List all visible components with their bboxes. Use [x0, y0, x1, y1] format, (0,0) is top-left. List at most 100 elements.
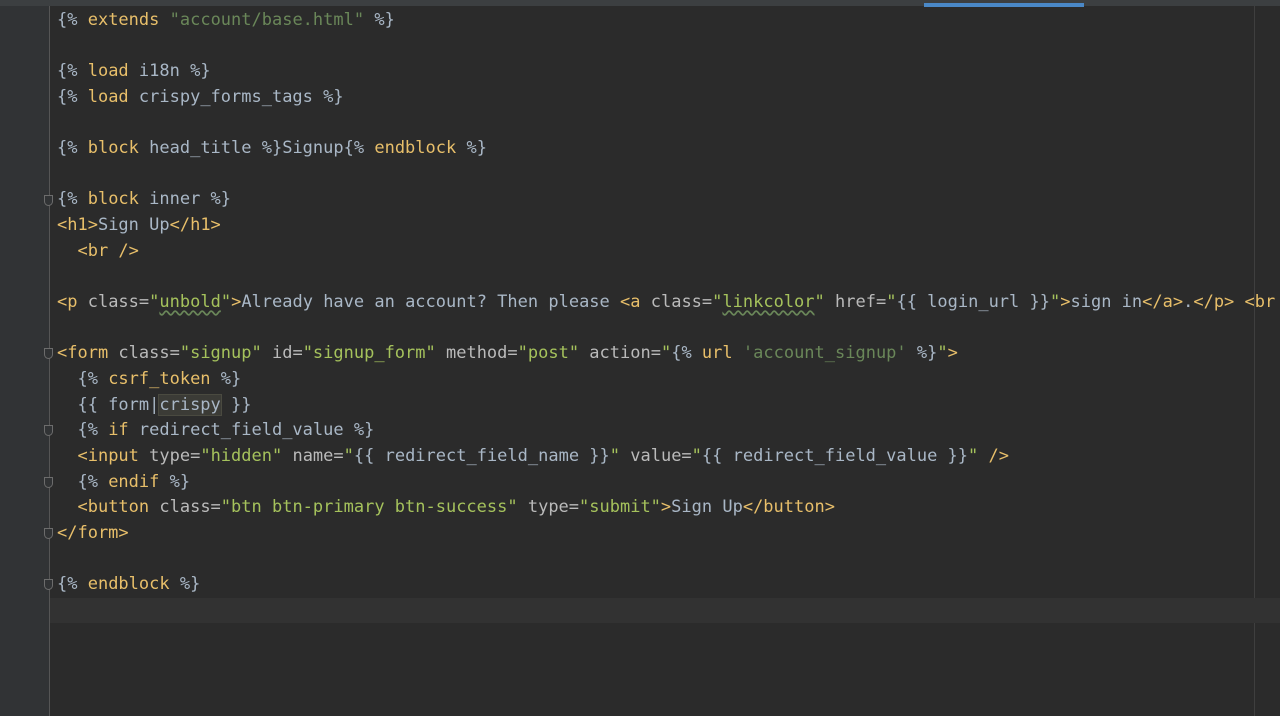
code-token: value=	[620, 445, 692, 466]
code-line[interactable]: {% extends "account/base.html" %}	[57, 8, 1280, 34]
code-line[interactable]	[57, 264, 1280, 290]
line-gutter[interactable]	[0, 6, 50, 716]
code-line[interactable]	[57, 34, 1280, 60]
code-token: id=	[261, 343, 303, 364]
code-token: block	[87, 189, 139, 210]
code-token: "	[937, 343, 948, 364]
code-token: <br />	[1244, 292, 1276, 313]
code-token: </h1>	[169, 215, 221, 236]
code-token: .	[1183, 292, 1194, 313]
code-token: <form	[57, 343, 119, 364]
code-token: {%	[57, 420, 109, 441]
code-line[interactable]: {% if redirect_field_value %}	[57, 418, 1280, 444]
code-token: {%	[343, 138, 375, 159]
code-line[interactable]: </form>	[57, 521, 1280, 547]
code-line[interactable]: <h1>Sign Up</h1>	[57, 213, 1280, 239]
code-token: {%	[57, 138, 88, 159]
fold-marker-icon[interactable]	[44, 579, 53, 591]
fold-marker-icon[interactable]	[44, 425, 53, 437]
code-token: %}	[906, 343, 938, 364]
code-token: <button	[77, 497, 160, 518]
code-token: method=	[435, 343, 518, 364]
code-token: endblock	[374, 138, 457, 159]
code-token: %}	[456, 138, 487, 159]
code-line[interactable]: {% endif %}	[57, 470, 1280, 496]
code-token: Signup	[282, 138, 344, 159]
code-token: />	[978, 445, 1009, 466]
code-token: extends	[87, 10, 160, 30]
code-line[interactable]: <br />	[57, 239, 1280, 265]
code-token: name=	[282, 445, 344, 466]
fold-marker-icon[interactable]	[44, 476, 53, 488]
code-token: Already have an account? Then please	[241, 292, 621, 313]
code-token: load	[87, 61, 129, 82]
code-token: "	[968, 445, 979, 466]
fold-marker-icon[interactable]	[44, 194, 53, 206]
code-line[interactable]: {% csrf_token %}	[57, 367, 1280, 393]
code-line[interactable]: {% load i18n %}	[57, 59, 1280, 85]
code-token: "	[1049, 292, 1061, 313]
active-tab-indicator	[924, 3, 1084, 7]
code-token: "btn btn-primary btn-success"	[220, 497, 518, 518]
code-token: </form>	[57, 522, 129, 543]
code-token: "	[660, 343, 672, 364]
code-line[interactable]	[57, 598, 1280, 624]
code-token: "signup"	[179, 343, 262, 364]
code-token: {%	[57, 574, 88, 595]
code-token: {{ login_url }}	[896, 292, 1050, 313]
code-token: sign in	[1070, 292, 1143, 313]
code-line[interactable]: <button class="btn btn-primary btn-succe…	[57, 495, 1280, 521]
code-token: >	[660, 497, 672, 518]
code-token: "	[886, 292, 897, 313]
code-line[interactable]: {% endblock %}	[57, 572, 1280, 598]
code-token: %}	[364, 10, 395, 30]
code-token: %}	[159, 471, 191, 492]
code-token: class=	[118, 343, 180, 364]
code-token: "	[691, 445, 702, 466]
code-line[interactable]: <form class="signup" id="signup_form" me…	[57, 341, 1280, 367]
code-token: i18n %}	[128, 61, 211, 82]
code-token: %}	[210, 368, 242, 389]
fold-marker-icon[interactable]	[44, 528, 53, 539]
code-token: </button>	[742, 497, 835, 518]
code-token: %}	[169, 574, 201, 595]
code-token: endif	[108, 471, 160, 492]
code-line[interactable]	[57, 111, 1280, 137]
code-line[interactable]	[57, 162, 1280, 188]
code-token: unbold	[159, 292, 221, 313]
code-line[interactable]: <input type="hidden" name="{{ redirect_f…	[57, 444, 1280, 470]
code-line[interactable]: {% block inner %}	[57, 187, 1280, 213]
fold-marker-icon[interactable]	[44, 348, 53, 360]
code-line[interactable]: {% load crispy_forms_tags %}	[57, 85, 1280, 111]
code-token: class=	[87, 292, 150, 313]
code-token: "	[220, 292, 232, 313]
code-token: redirect_field_value %}	[128, 420, 375, 441]
code-token: "signup_form"	[302, 343, 436, 364]
code-line[interactable]: {% block head_title %}Signup{% endblock …	[57, 136, 1280, 162]
code-token: </p>	[1193, 292, 1235, 313]
code-token: crispy	[158, 393, 222, 416]
code-token: load	[87, 86, 129, 107]
code-token: "account/base.html"	[169, 10, 365, 30]
code-token: <h1>	[57, 215, 98, 236]
code-line[interactable]	[57, 316, 1280, 342]
code-token: 'account_signup'	[742, 343, 907, 364]
code-line[interactable]	[57, 546, 1280, 572]
code-token: </a>	[1142, 292, 1184, 313]
code-token: "hidden"	[200, 445, 283, 466]
code-token: <a	[620, 292, 651, 313]
code-token: {%	[671, 343, 702, 364]
code-editor[interactable]: {% extends "account/base.html" %} {% loa…	[57, 8, 1280, 623]
code-token: if	[108, 420, 129, 441]
code-token: url	[701, 343, 733, 364]
code-token: {{ form|	[57, 394, 160, 415]
code-token: {%	[57, 86, 88, 107]
code-line[interactable]: <p class="unbold">Already have an accoun…	[57, 290, 1280, 316]
code-token: block	[87, 138, 139, 159]
code-line[interactable]: {{ form|crispy }}	[57, 393, 1280, 419]
code-token: href=	[824, 292, 887, 313]
